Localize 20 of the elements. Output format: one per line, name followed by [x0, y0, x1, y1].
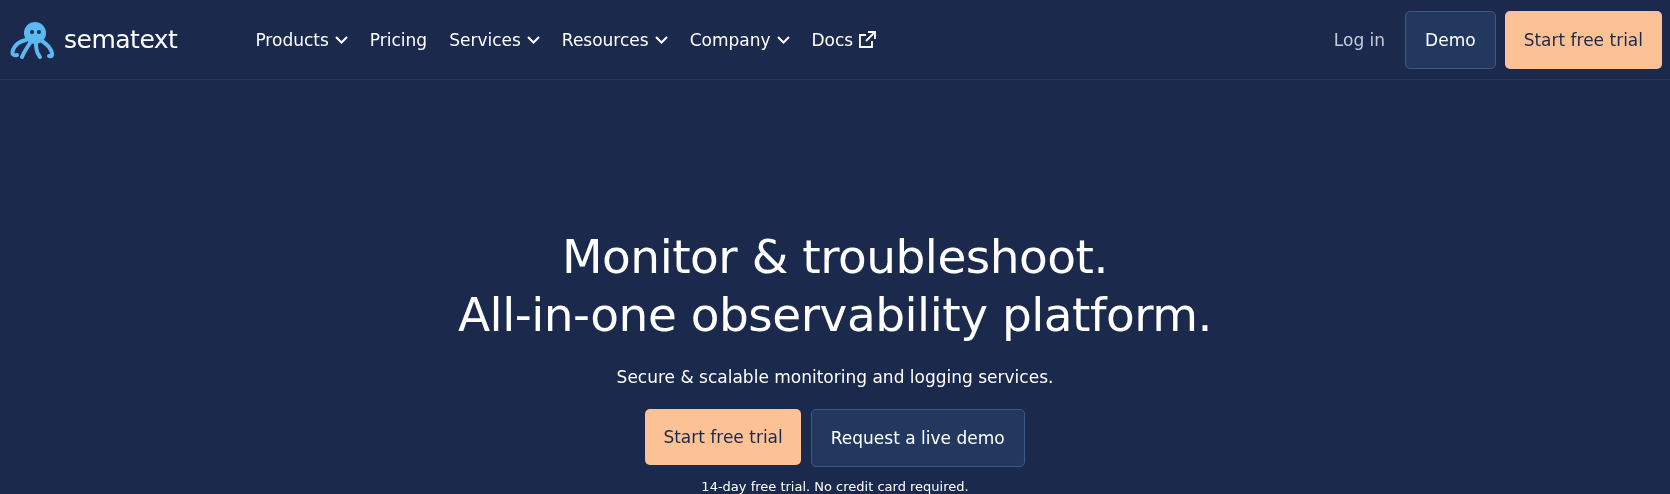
chevron-down-icon	[776, 35, 790, 44]
external-link-icon	[859, 31, 877, 48]
trial-note: 14-day free trial. No credit card required.	[701, 479, 969, 494]
chevron-down-icon	[334, 35, 348, 44]
subtitle: Secure & scalable monitoring and logging services.	[616, 367, 1054, 387]
start-trial-button[interactable]: Start free trial	[1504, 10, 1662, 69]
nav-link[interactable]: Products	[255, 29, 348, 50]
chevron-down-icon	[526, 35, 540, 44]
nav-link[interactable]: Pricing	[369, 29, 428, 50]
headline: Monitor & troubleshoot. All-in-one observability platform.	[457, 228, 1213, 344]
nav-link[interactable]: Services	[449, 29, 540, 50]
demo-button[interactable]: Demo	[1405, 10, 1496, 69]
start-trial-button[interactable]: Start free trial	[645, 409, 801, 465]
nav-link[interactable]: Company	[689, 29, 790, 50]
request-demo-button[interactable]: Request a live demo	[810, 409, 1025, 467]
nav-link[interactable]: Resources	[561, 29, 668, 50]
chevron-down-icon	[654, 35, 668, 44]
login-link[interactable]: Log in	[1333, 29, 1386, 50]
nav-link[interactable]: Docs	[811, 29, 877, 50]
brand-name[interactable]: sematext	[64, 25, 178, 54]
